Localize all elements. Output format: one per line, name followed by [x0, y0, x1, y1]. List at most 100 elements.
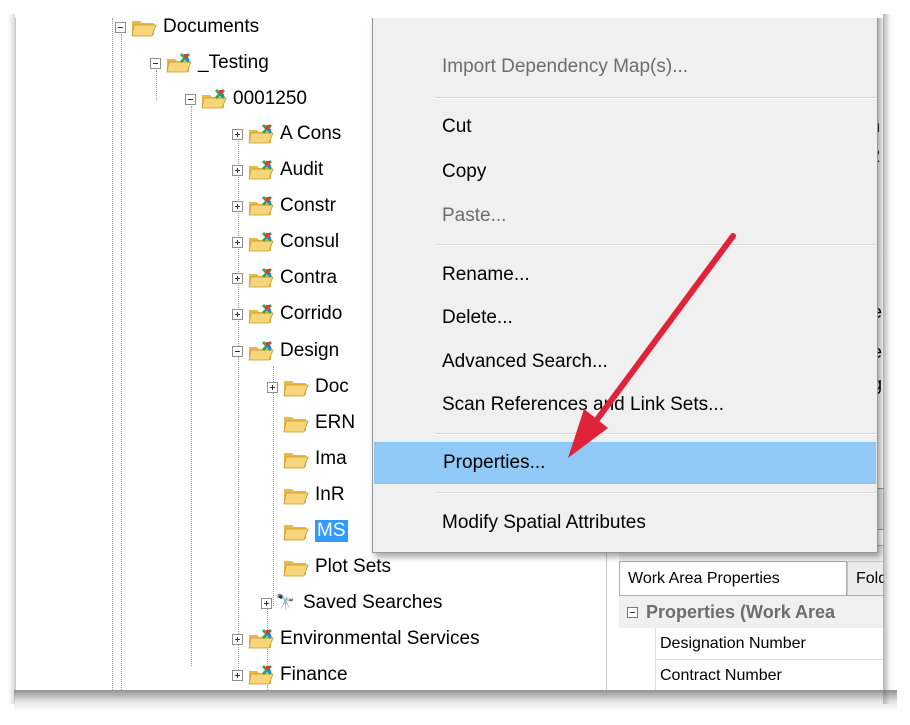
tab-folder[interactable]: Fold [847, 561, 884, 595]
tree-node-label: Doc [315, 376, 349, 397]
work-area-folder-icon [248, 268, 274, 288]
menu-item-scan-references[interactable]: Scan References and Link Sets... [374, 387, 876, 423]
menu-item-copy[interactable]: Copy [374, 154, 876, 190]
tree-node-ima[interactable]: Ima [267, 444, 347, 474]
tree-node-audit[interactable]: Audit [232, 155, 323, 185]
binoculars-icon: 🔭 [276, 594, 295, 611]
menu-item-cut[interactable]: Cut [374, 109, 876, 145]
expand-icon[interactable] [232, 669, 243, 681]
tree-node-consul[interactable]: Consul [232, 227, 339, 257]
tree-node-label: _Testing [198, 52, 269, 73]
tree-node-documents[interactable]: Documents [115, 18, 259, 42]
menu-separator [436, 244, 876, 246]
menu-item-partial [374, 18, 876, 25]
tree-node-label: 0001250 [233, 88, 307, 109]
tree-node-label: ERN [315, 412, 356, 433]
tree-node-a-cons[interactable]: A Cons [232, 119, 341, 149]
tree-node-ms-selected[interactable]: MS [267, 516, 348, 546]
work-area-folder-icon [248, 341, 274, 361]
tree-node-label: Corrido [280, 303, 343, 324]
folder-open-icon [283, 525, 309, 541]
tree-node-label: Ima [315, 448, 347, 469]
tree-node-doc[interactable]: Doc [267, 372, 349, 402]
tree-node-label: A Cons [280, 123, 342, 144]
folder-open-icon [283, 561, 309, 577]
tree-node-saved-searches[interactable]: 🔭 Saved Searches [261, 588, 442, 618]
tree-node-label: Consul [280, 231, 340, 252]
expand-icon[interactable] [232, 272, 243, 284]
menu-separator [436, 433, 876, 435]
menu-separator [436, 97, 876, 99]
menu-item-modify-spatial-attributes[interactable]: Modify Spatial Attributes [374, 503, 876, 543]
work-area-folder-icon [248, 665, 274, 685]
property-category-label: Properties (Work Area [646, 601, 836, 622]
tree-node-finance[interactable]: Finance [232, 660, 348, 690]
tree-node-constr[interactable]: Constr [232, 191, 336, 221]
work-area-folder-icon [248, 160, 274, 180]
tree-node-label: Environmental Services [280, 628, 480, 649]
tree-node-0001250[interactable]: 0001250 [185, 84, 307, 114]
expand-icon[interactable] [232, 236, 243, 248]
tree-node-label: Saved Searches [303, 592, 443, 613]
tree-node-inr[interactable]: InR [267, 480, 345, 510]
explorer-window: Documents _Testing 0001250 A Cons Audit [15, 18, 884, 690]
tree-node-label: Plot Sets [315, 556, 392, 577]
tree-node-plot-sets[interactable]: Plot Sets [267, 552, 391, 582]
expand-icon[interactable] [232, 633, 243, 645]
tree-node-environmental-services[interactable]: Environmental Services [232, 624, 480, 654]
tree-node-label: Design [280, 340, 340, 361]
tree-node-label: MS [315, 520, 348, 542]
expand-icon[interactable] [232, 128, 243, 140]
work-area-folder-icon [248, 629, 274, 649]
menu-item-advanced-search[interactable]: Advanced Search... [374, 344, 876, 380]
expand-icon[interactable] [232, 164, 243, 176]
tree-node-label: InR [315, 484, 345, 505]
tab-work-area-properties[interactable]: Work Area Properties [619, 561, 847, 595]
tree-node-label: Finance [280, 664, 348, 685]
work-area-folder-icon [166, 53, 192, 73]
property-row-contract-number[interactable]: Contract Number [655, 660, 884, 690]
tree-node-design[interactable]: Design [232, 336, 339, 366]
menu-item-delete[interactable]: Delete... [374, 300, 876, 336]
property-grid: Properties (Work Area Designation Number… [619, 595, 884, 690]
tree-node-contra[interactable]: Contra [232, 263, 337, 293]
property-row-designation-number[interactable]: Designation Number [655, 628, 884, 660]
tree-node-label: Contra [280, 267, 338, 288]
work-area-folder-icon [248, 304, 274, 324]
work-area-folder-icon [248, 232, 274, 252]
work-area-folder-icon [201, 89, 227, 109]
expand-icon[interactable] [232, 200, 243, 212]
tree-node-corrido[interactable]: Corrido [232, 299, 342, 329]
collapse-icon[interactable] [627, 606, 638, 618]
properties-pane: Work Area Properties Fold Properties (Wo… [619, 545, 884, 690]
property-category[interactable]: Properties (Work Area [619, 596, 884, 628]
folder-open-icon [283, 417, 309, 433]
context-menu: Import Dependency Map(s)... Cut Copy Pas… [372, 18, 878, 553]
tree-node-ern[interactable]: ERN [267, 408, 355, 438]
expand-icon[interactable] [267, 381, 278, 393]
tree-node-label: Audit [280, 159, 324, 180]
folder-open-icon [283, 453, 309, 469]
screenshot-shadow-right [883, 14, 897, 704]
collapse-icon[interactable] [115, 21, 126, 33]
tree-node-label: Constr [280, 195, 336, 216]
menu-item-rename[interactable]: Rename... [374, 257, 876, 293]
expand-icon[interactable] [261, 597, 272, 609]
collapse-icon[interactable] [185, 93, 196, 105]
menu-item-paste[interactable]: Paste... [374, 198, 876, 234]
screenshot-shadow-bottom [14, 690, 897, 712]
expand-icon[interactable] [232, 308, 243, 320]
screenshot-shadow-left [8, 14, 15, 704]
tree-node-label: Documents [163, 18, 260, 37]
menu-separator [436, 492, 876, 494]
collapse-icon[interactable] [150, 57, 161, 69]
work-area-folder-icon [248, 124, 274, 144]
menu-item-import-dependency-maps[interactable]: Import Dependency Map(s)... [374, 49, 876, 85]
folder-open-icon [131, 21, 157, 37]
folder-open-icon [283, 489, 309, 505]
work-area-folder-icon [248, 196, 274, 216]
tree-node-testing[interactable]: _Testing [150, 48, 269, 78]
collapse-icon[interactable] [232, 345, 243, 357]
menu-item-properties[interactable]: Properties... [374, 442, 876, 484]
folder-open-icon [283, 381, 309, 397]
